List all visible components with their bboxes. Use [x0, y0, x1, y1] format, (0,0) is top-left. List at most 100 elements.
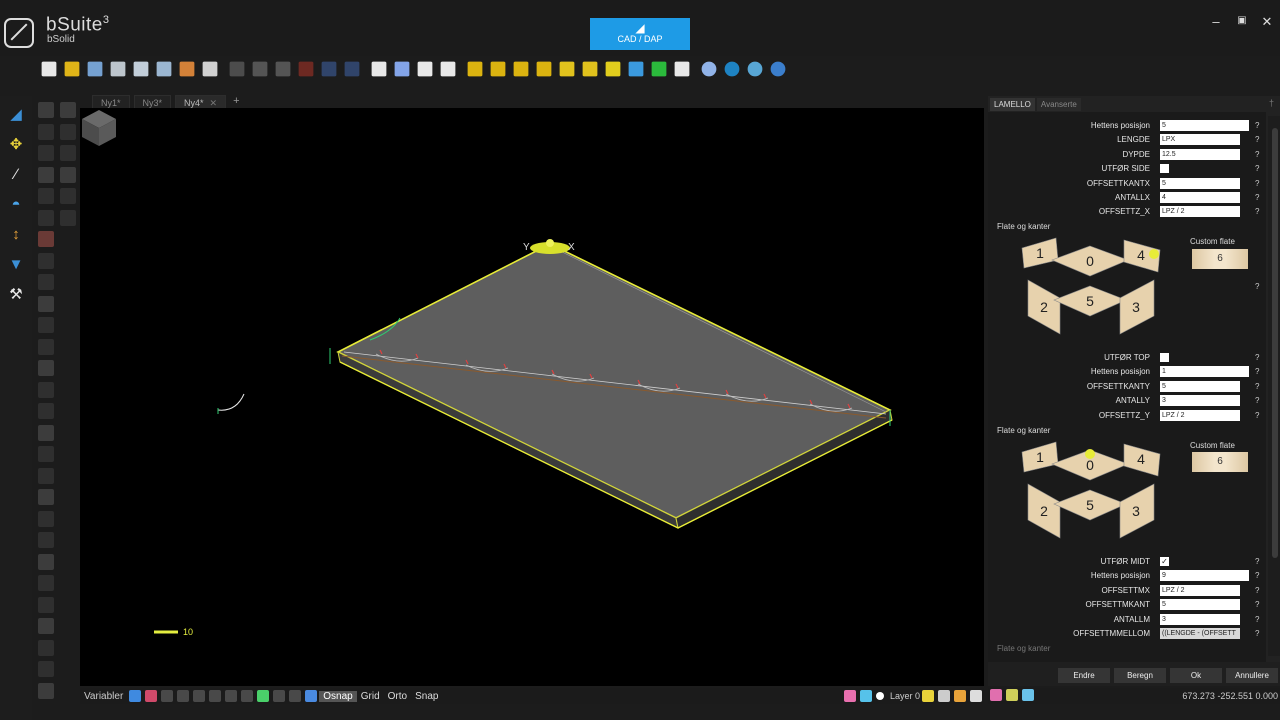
pan-icon[interactable] — [417, 61, 433, 77]
tab-ny3[interactable]: Ny3* — [133, 95, 172, 108]
undo-icon[interactable] — [321, 61, 337, 77]
snap-icon[interactable] — [394, 61, 410, 77]
snap-mode-icon[interactable] — [289, 690, 302, 702]
snap-mode-icon[interactable] — [273, 690, 286, 702]
refresh-icon[interactable] — [674, 61, 690, 77]
panel-scrollbar[interactable] — [1268, 116, 1280, 656]
field-input[interactable]: 5 — [1160, 380, 1240, 392]
help-icon[interactable]: ? — [1255, 164, 1259, 173]
help-icon[interactable]: ? — [1255, 367, 1259, 376]
cnc-tool-icon[interactable]: ↕ — [4, 222, 28, 246]
face-selector-2[interactable]: 1 0 4 2 5 3 — [1020, 440, 1162, 546]
cursor-icon[interactable] — [651, 61, 667, 77]
help-icon[interactable]: ? — [1255, 571, 1259, 580]
view-top-icon[interactable] — [559, 61, 575, 77]
restore-button[interactable]: ▣ — [1234, 15, 1250, 26]
paste-icon[interactable] — [275, 61, 291, 77]
export-icon[interactable] — [133, 61, 149, 77]
shaded-sphere-icon[interactable] — [747, 61, 763, 77]
field-input[interactable]: 9 — [1160, 570, 1249, 582]
snap-mode-icon[interactable] — [129, 690, 142, 702]
field-input[interactable]: LPZ / 2 — [1160, 409, 1240, 421]
help-icon[interactable]: ? — [1255, 600, 1259, 609]
section1-custom-flate-button[interactable]: 6 — [1192, 249, 1248, 269]
freeze-icon[interactable] — [954, 690, 966, 702]
help-icon[interactable]: ? — [1255, 353, 1259, 362]
palette-icon[interactable] — [859, 690, 872, 702]
face-5-button[interactable]: 5 — [1053, 285, 1127, 317]
field-checkbox[interactable] — [1160, 164, 1169, 174]
field-input[interactable]: 5 — [1160, 120, 1249, 131]
3d-viewport[interactable]: Y X 10 — [80, 108, 984, 686]
face-5-button[interactable]: 5 — [1053, 489, 1127, 521]
face-2-button[interactable]: 2 — [1027, 483, 1061, 539]
field-input[interactable]: 3 — [1160, 613, 1240, 625]
panel-tab-lamello[interactable]: LAMELLO — [990, 98, 1035, 111]
dimension-tool-icon[interactable]: ✥ — [4, 132, 28, 156]
pin-icon[interactable]: † — [1269, 98, 1274, 108]
tab-ny1[interactable]: Ny1* — [92, 95, 130, 108]
color-wheel-icon[interactable] — [843, 690, 856, 702]
field-checkbox[interactable]: ✓ — [1160, 557, 1169, 566]
move-icon[interactable] — [371, 61, 387, 77]
osnap-toggle[interactable]: Osnap — [319, 690, 357, 702]
face-2-button[interactable]: 2 — [1027, 279, 1061, 335]
help-icon[interactable]: ? — [1255, 411, 1259, 420]
panel-scrollbar-thumb[interactable] — [1272, 128, 1278, 558]
view-bottom-icon[interactable] — [582, 61, 598, 77]
face-3-button[interactable]: 3 — [1119, 483, 1155, 539]
help-icon[interactable] — [770, 61, 786, 77]
endre-button[interactable]: Endre — [1058, 668, 1110, 683]
field-input[interactable]: 12.5 — [1160, 148, 1240, 160]
variables-button[interactable]: Variabler — [80, 691, 127, 702]
copy-icon[interactable] — [252, 61, 268, 77]
field-input[interactable]: ((LENGDE - (OFFSETT — [1160, 628, 1240, 639]
help-icon[interactable]: ? — [1255, 207, 1259, 216]
help-icon[interactable]: ? — [1255, 615, 1259, 624]
close-button[interactable]: ✕ — [1259, 14, 1275, 30]
snap-mode-icon[interactable] — [241, 690, 254, 702]
view-cube-icon[interactable] — [80, 108, 118, 148]
panel-top-face[interactable] — [336, 243, 892, 519]
minimize-button[interactable]: – — [1208, 14, 1224, 29]
field-input[interactable]: LPX — [1160, 134, 1240, 146]
print-icon[interactable] — [202, 61, 218, 77]
snap-toggle[interactable]: Snap — [411, 691, 442, 702]
field-input[interactable]: 5 — [1160, 177, 1240, 189]
section1-help-icon[interactable]: ? — [1255, 282, 1259, 291]
view-iso-icon[interactable] — [605, 61, 621, 77]
cut-icon[interactable] — [229, 61, 245, 77]
draw-tool-icon[interactable]: ◢ — [4, 102, 28, 126]
new-file-icon[interactable] — [41, 61, 57, 77]
help-icon[interactable]: ? — [1255, 382, 1259, 391]
help-icon[interactable]: ? — [1255, 557, 1259, 566]
face-0-button[interactable]: 0 — [1051, 449, 1129, 481]
face-selector-1[interactable]: 1 0 4 2 5 3 — [1020, 236, 1162, 342]
view-front-icon[interactable] — [467, 61, 483, 77]
layer-label[interactable]: Layer 0 — [890, 691, 920, 701]
help-icon[interactable]: ? — [1255, 121, 1259, 130]
render-icon[interactable] — [990, 689, 1002, 701]
measure-tool-icon[interactable]: ◓ — [4, 192, 28, 216]
snap-mode-icon[interactable] — [305, 690, 318, 702]
snap-mode-icon[interactable] — [161, 690, 174, 702]
field-input[interactable]: 4 — [1160, 192, 1240, 203]
annullere-button[interactable]: Annullere — [1226, 668, 1278, 683]
sphere-icon[interactable] — [724, 61, 740, 77]
beregn-button[interactable]: Beregn — [1114, 668, 1166, 683]
face-4-button[interactable]: 4 — [1123, 443, 1161, 477]
settings-icon[interactable] — [1022, 689, 1034, 701]
delete-icon[interactable] — [298, 61, 314, 77]
bulb-icon[interactable] — [922, 690, 934, 702]
field-input[interactable]: 3 — [1160, 395, 1240, 407]
snap-mode-icon[interactable] — [177, 690, 190, 702]
view-right-icon[interactable] — [536, 61, 552, 77]
wrench-tool-icon[interactable]: ⚒ — [4, 282, 28, 306]
section2-custom-flate-button[interactable]: 6 — [1192, 452, 1248, 472]
field-input[interactable]: 5 — [1160, 599, 1240, 611]
import-icon[interactable] — [156, 61, 172, 77]
help-icon[interactable]: ? — [1255, 150, 1259, 159]
open-folder-icon[interactable] — [64, 61, 80, 77]
face-3-button[interactable]: 3 — [1119, 279, 1155, 335]
edit-tool-icon[interactable]: ∕ — [4, 162, 28, 186]
